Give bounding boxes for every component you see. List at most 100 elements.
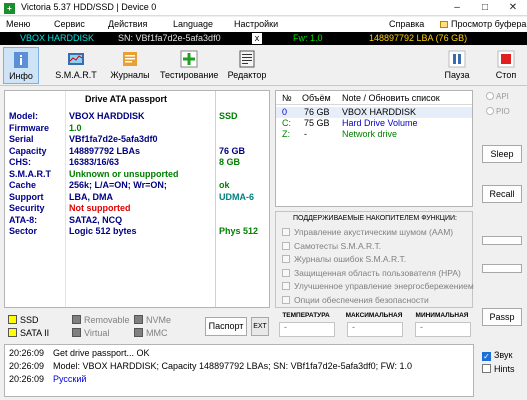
drive-info-bar: VBOX HARDDISK SN: VBf1fa7d2e-5afa3df0 x … <box>0 32 527 45</box>
feature-checkbox[interactable]: Опции обеспечения безопасности <box>282 295 429 306</box>
api-radio[interactable]: API <box>486 92 509 101</box>
buffer-icon <box>440 21 448 28</box>
tab-testing[interactable]: Тестирование <box>160 47 218 84</box>
volume-row-note: Network drive <box>342 129 398 139</box>
menu-main[interactable]: Меню <box>6 19 30 29</box>
legend-virtual-swatch <box>72 328 81 337</box>
legend-virtual-label: Virtual <box>84 328 110 338</box>
max-temperature-label: МАКСИМАЛЬНАЯ <box>345 312 403 319</box>
log-message: Русский <box>53 374 87 384</box>
title-bar: + Victoria 5.37 HDD/SSD | Device 0 – □ ✕ <box>0 0 527 16</box>
hints-checkbox-label: Hints <box>494 364 515 374</box>
menu-actions[interactable]: Действия <box>108 19 147 29</box>
volume-row-note: VBOX HARDDISK <box>342 107 417 117</box>
passport-button[interactable]: Паспорт <box>205 317 247 336</box>
legend-virtual: Virtual <box>72 328 109 338</box>
sound-checkbox[interactable]: ✓ Звук <box>482 350 512 361</box>
passport-row-label: Cache <box>9 180 37 190</box>
legend-mmc: MMC <box>134 328 168 338</box>
feature-checkbox[interactable]: Управление акустическим шумом (AAM) <box>282 227 453 238</box>
passport-row-value: SATA2, NCQ <box>69 214 123 225</box>
ext-button[interactable]: EXT <box>251 317 269 336</box>
feature-label: Защищенная область пользователя (HPA) <box>294 267 461 278</box>
passport-row-label: Sector <box>9 226 38 236</box>
app-icon: + <box>4 3 15 14</box>
max-temperature-value: - <box>347 322 403 337</box>
volume-row-num: C: <box>282 118 291 128</box>
passp-button[interactable]: Passp <box>482 308 522 326</box>
api-radio-circle <box>486 92 494 100</box>
log-time: 20:26:09 <box>9 361 45 371</box>
stop-button[interactable]: Стоп <box>491 47 521 84</box>
volume-row[interactable]: C: 75 GB Hard Drive Volume <box>276 118 472 129</box>
log-entry: 20:26:09 Русский <box>5 374 473 386</box>
feature-label: Управление акустическим шумом (AAM) <box>294 227 454 237</box>
minimize-button[interactable]: – <box>443 0 471 16</box>
supported-features-panel: ПОДДЕРЖИВАЕМЫЕ НАКОПИТЕЛЕМ ФУНКЦИИ: Упра… <box>275 211 474 308</box>
close-window-button[interactable]: ✕ <box>499 0 527 16</box>
tab-editor[interactable]: Редактор <box>224 47 270 84</box>
passport-row: Sector Logic 512 bytes Phys 512 <box>5 226 271 238</box>
tab-testing-label: Тестирование <box>160 70 219 80</box>
passport-row: CHS: 16383/16/63 8 GB <box>5 157 271 169</box>
sleep-button[interactable]: Sleep <box>482 145 522 163</box>
side-panel: API PIO Sleep Recall Passp <box>477 86 527 344</box>
menu-buffer-viewer[interactable]: Просмотр буфера <box>440 19 526 29</box>
legend-removable-label: Removable <box>84 315 130 325</box>
feature-check-box <box>282 255 290 263</box>
side-mini-button-2[interactable] <box>482 264 522 273</box>
feature-check-box <box>282 241 290 250</box>
passport-row-value: Not supported <box>69 203 131 213</box>
hints-checkbox[interactable]: Hints <box>482 364 515 374</box>
volume-row-note: Hard Drive Volume <box>342 118 418 128</box>
legend-sata2-swatch <box>8 328 17 337</box>
passport-row-label: Model: <box>9 111 38 121</box>
toolbar: Инфо S.M.A.R.T Журналы Тестирование Реда… <box>0 46 527 86</box>
volume-row[interactable]: 0 76 GB VBOX HARDDISK <box>276 107 472 118</box>
passport-row-extra: 76 GB <box>219 145 246 156</box>
tab-logs[interactable]: Журналы <box>108 47 152 84</box>
passport-row-extra: UDMA-6 <box>219 191 254 202</box>
min-temperature-group: МИНИМАЛЬНАЯ - <box>411 312 473 341</box>
passport-row-label: CHS: <box>9 157 31 167</box>
log-time: 20:26:09 <box>9 348 45 358</box>
volume-list-header: № Объём Note / Обновить список <box>276 91 472 105</box>
feature-checkbox[interactable]: Журналы ошибок S.M.A.R.T. <box>282 254 406 265</box>
recall-button[interactable]: Recall <box>482 185 522 203</box>
menu-help[interactable]: Справка <box>389 19 424 29</box>
vol-col-note[interactable]: Note / Обновить список <box>342 93 440 103</box>
feature-checkbox[interactable]: Самотесты S.M.A.R.T. <box>282 241 381 252</box>
menu-language[interactable]: Language <box>173 19 213 29</box>
legend-sata2-label: SATA II <box>20 328 50 338</box>
maximize-button[interactable]: □ <box>471 0 499 16</box>
passport-row-label: Security <box>9 203 45 213</box>
menu-settings[interactable]: Настройки <box>234 19 278 29</box>
pio-radio-label: PIO <box>496 107 510 116</box>
log-message: Get drive passport... OK <box>53 348 150 358</box>
feature-checkbox[interactable]: Улучшенное управление энергосбережением <box>282 281 474 292</box>
tab-info[interactable]: Инфо <box>3 47 39 84</box>
stop-icon <box>497 50 515 68</box>
vol-col-size[interactable]: Объём <box>302 93 331 103</box>
passport-row: Capacity 148897792 LBAs 76 GB <box>5 146 271 158</box>
passport-row: Serial VBf1fa7d2e-5afa3df0 <box>5 134 271 146</box>
volume-row-num: 0 <box>282 107 288 117</box>
passport-row-value: 1.0 <box>69 122 82 133</box>
feature-checkbox[interactable]: Защищенная область пользователя (HPA) <box>282 268 461 279</box>
passport-row-extra: 8 GB <box>219 157 241 167</box>
info-close-button[interactable]: x <box>252 33 262 44</box>
passport-row-value: Unknown or unsupported <box>69 168 179 179</box>
side-mini-button-1[interactable] <box>482 236 522 245</box>
passport-row-label: Serial <box>9 134 34 144</box>
tab-smart[interactable]: S.M.A.R.T <box>53 47 99 84</box>
pio-radio[interactable]: PIO <box>486 107 510 116</box>
menu-bar: Меню Сервис Действия Language Настройки … <box>0 17 527 32</box>
pause-button[interactable]: Пауза <box>442 47 472 84</box>
info-serial: SN: VBf1fa7d2e-5afa3df0 <box>118 33 221 43</box>
feature-label: Самотесты S.M.A.R.T. <box>294 240 382 251</box>
log-options: ✓ Звук Hints <box>477 346 527 396</box>
vol-col-num[interactable]: № <box>282 93 292 103</box>
sound-check-icon: ✓ <box>482 352 491 361</box>
menu-service[interactable]: Сервис <box>54 19 85 29</box>
volume-row[interactable]: Z: - Network drive <box>276 129 472 140</box>
